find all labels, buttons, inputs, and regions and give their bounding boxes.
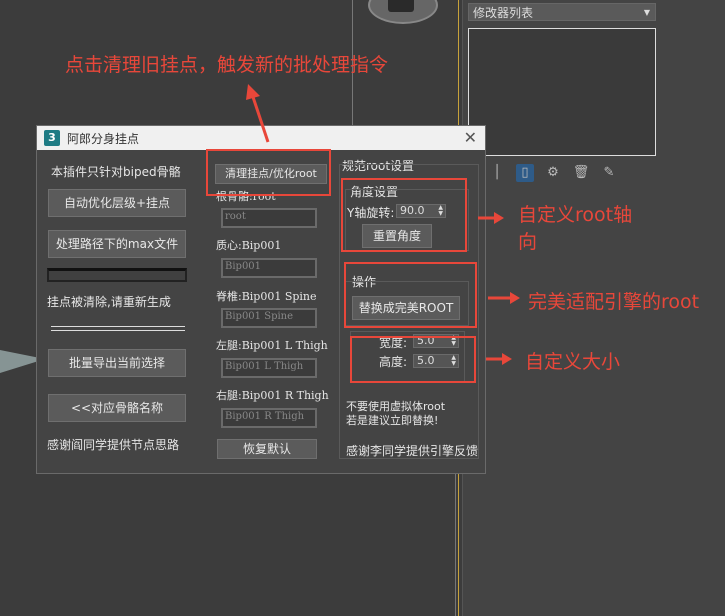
spine-field[interactable]: Bip001 Spine xyxy=(221,308,317,328)
separator xyxy=(51,326,185,331)
warning-line-2: 若是建议立即替换! xyxy=(346,414,439,427)
pelvis-field[interactable]: Bip001 xyxy=(221,258,317,278)
plugin-info-text: 本插件只针对biped骨骼 xyxy=(51,165,181,179)
viewcube-face xyxy=(388,0,414,12)
highlight-angle-settings xyxy=(341,178,467,252)
pelvis-label: 质心:Bip001 xyxy=(216,239,282,252)
annotation-arrow-size xyxy=(486,353,512,365)
show-end-result-icon[interactable]: ▯ xyxy=(516,164,534,182)
modifier-stack-list[interactable] xyxy=(468,28,656,156)
annotation-size: 自定义大小 xyxy=(525,351,621,373)
modifier-list-dropdown[interactable]: 修改器列表 ▼ xyxy=(468,3,656,21)
spine-label: 脊椎:Bip001 Spine xyxy=(216,290,317,303)
auto-optimize-button[interactable]: 自动优化层级+挂点 xyxy=(48,189,186,217)
chevron-down-icon: ▼ xyxy=(643,8,650,17)
pin-stack-icon[interactable]: │ xyxy=(488,164,506,182)
reset-default-button[interactable]: 恢复默认 xyxy=(217,439,317,459)
dialog-title: 阿郎分身挂点 xyxy=(67,132,140,146)
remove-modifier-icon[interactable]: 🗑 xyxy=(572,164,590,182)
annotation-arrow-axis xyxy=(478,212,504,224)
left-thigh-field[interactable]: Bip001 L Thigh xyxy=(221,358,317,378)
annotation-arrow-engine xyxy=(488,292,520,304)
thanks-text-right: 感谢李同学提供引擎反馈 xyxy=(346,444,479,458)
status-text: 挂点被清除,请重新生成 xyxy=(47,295,171,309)
viewport-guide-line xyxy=(455,474,456,616)
highlight-size xyxy=(350,336,476,383)
modifier-list-label: 修改器列表 xyxy=(473,6,534,20)
annotation-axis-line1: 自定义root轴 xyxy=(518,204,633,226)
progress-bar xyxy=(47,268,187,282)
process-max-files-button[interactable]: 处理路径下的max文件 xyxy=(48,230,186,258)
configure-sets-icon[interactable]: ✎ xyxy=(600,164,618,182)
close-icon[interactable]: ✕ xyxy=(464,128,477,147)
annotation-axis-line2: 向 xyxy=(518,231,538,253)
right-thigh-field[interactable]: Bip001 R Thigh xyxy=(221,408,317,428)
left-thigh-label: 左腿:Bip001 L Thigh xyxy=(216,339,328,352)
modifier-stack-toolbar: │ ▯ ⚙ 🗑 ✎ xyxy=(488,162,628,184)
root-bone-field[interactable]: root xyxy=(221,208,317,228)
right-thigh-label: 右腿:Bip001 R Thigh xyxy=(216,389,329,402)
match-bone-name-button[interactable]: <<对应骨骼名称 xyxy=(48,394,186,422)
thanks-text-left: 感谢阎同学提供节点思路 xyxy=(47,438,180,452)
annotation-top: 点击清理旧挂点，触发新的批处理指令 xyxy=(65,54,389,76)
annotation-arrow-top xyxy=(246,84,270,143)
app-icon: 3 xyxy=(44,130,60,146)
annotation-engine: 完美适配引擎的root xyxy=(528,291,700,313)
highlight-operations xyxy=(344,262,477,328)
highlight-clean-button xyxy=(206,149,331,196)
make-unique-icon[interactable]: ⚙ xyxy=(544,164,562,182)
batch-export-button[interactable]: 批量导出当前选择 xyxy=(48,349,186,377)
